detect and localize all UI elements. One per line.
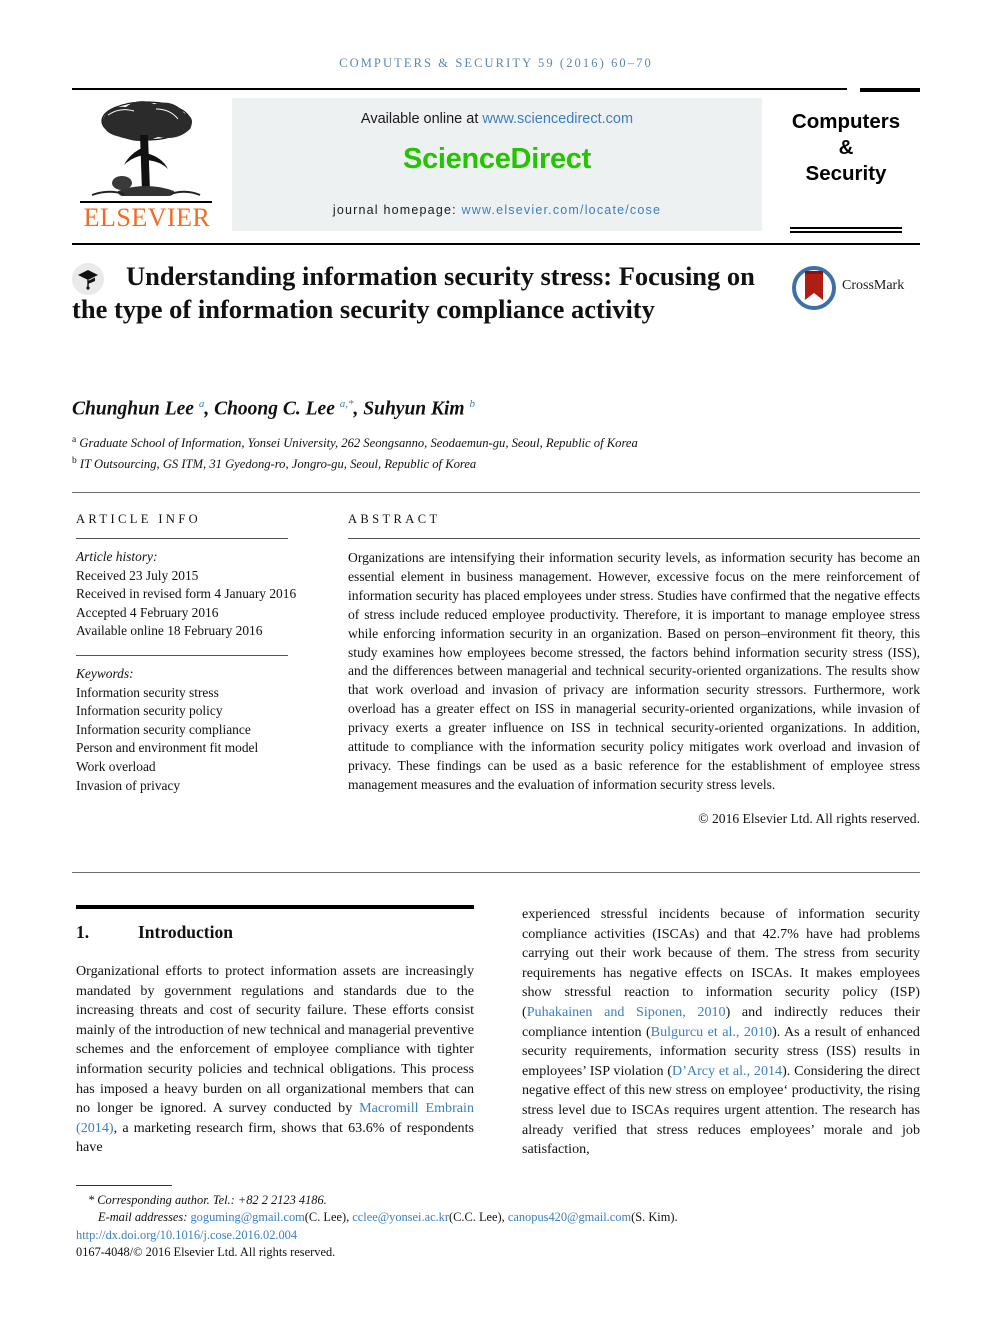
section-number: 1.: [76, 922, 90, 942]
affiliation-text-b: IT Outsourcing, GS ITM, 31 Gyedong-ro, J…: [79, 456, 477, 471]
affiliation-a: a Graduate School of Information, Yonsei…: [72, 432, 920, 453]
history-item: Accepted 4 February 2016: [76, 604, 219, 620]
article-info-heading: ARTICLE INFO: [76, 512, 202, 526]
keyword-item: Work overload: [76, 758, 156, 774]
journal-title-line-2: &: [838, 136, 854, 159]
email-owner-2: (C.C. Lee): [449, 1210, 502, 1225]
keyword-item: Invasion of privacy: [76, 777, 181, 793]
article-info-column: ARTICLE INFO Article history: Received 2…: [76, 512, 302, 795]
citation-link: Puhakainen and Siponen, 2010: [526, 1003, 726, 1020]
sciencedirect-url-link[interactable]: www.sciencedirect.com: [482, 111, 633, 127]
abstract-text: Organizations are intensifying their inf…: [348, 550, 920, 792]
corresponding-author-note: * Corresponding author. Tel.: +82 2 2123…: [88, 1193, 327, 1207]
elsevier-logo: ELSEVIER: [72, 95, 220, 241]
keyword-item: Information security compliance: [76, 721, 251, 737]
affiliation-marker-b: b: [72, 455, 77, 466]
running-head: COMPUTERS & SECURITY 59 (2016) 60–70: [339, 56, 653, 70]
email-link-author-3[interactable]: canopus420@gmail.com: [508, 1210, 631, 1224]
available-online-line: Available online at www.sciencedirect.co…: [361, 111, 633, 127]
email-addresses-label: E-mail addresses:: [98, 1210, 188, 1225]
journal-homepage-line: journal homepage: www.elsevier.com/locat…: [232, 203, 762, 217]
keywords-block: Keywords: Information security stress In…: [76, 665, 302, 795]
intro-paragraph-left: Organizational efforts to protect inform…: [76, 963, 474, 1156]
history-item: Received in revised form 4 January 2016: [76, 586, 297, 602]
keyword-item: Information security policy: [76, 703, 223, 719]
abstract-underline: [348, 538, 920, 539]
footnote-block: * Corresponding author. Tel.: +82 2 2123…: [76, 1192, 920, 1262]
section-heading-rule: [76, 905, 474, 909]
author-list: Chunghun Lee a, Choong C. Lee a,*, Suhyu…: [72, 398, 475, 420]
keywords-rule: [76, 654, 288, 656]
issn-copyright-line: 0167-4048/© 2016 Elsevier Ltd. All right…: [76, 1245, 336, 1260]
affiliation-b: b IT Outsourcing, GS ITM, 31 Gyedong-ro,…: [72, 453, 920, 474]
crossmark-icon: [792, 266, 836, 310]
section-title: Introduction: [138, 922, 233, 942]
intro-paragraph-right: experienced stressful incidents because …: [522, 906, 920, 1158]
page-title: Understanding information security stres…: [72, 261, 755, 324]
keyword-item: Information security stress: [76, 684, 219, 700]
journal-homepage-label: journal homepage:: [332, 203, 457, 217]
body-column-right: experienced stressful incidents because …: [522, 905, 920, 1160]
abstract-copyright: © 2016 Elsevier Ltd. All rights reserved…: [698, 810, 920, 826]
doi-link[interactable]: http://dx.doi.org/10.1016/j.cose.2016.02…: [76, 1228, 297, 1242]
abstract-heading: ABSTRACT: [348, 512, 441, 526]
doi-line: http://dx.doi.org/10.1016/j.cose.2016.02…: [76, 1227, 920, 1244]
crossmark-label: CrossMark: [842, 278, 905, 293]
journal-box-rule-bottom: [790, 227, 902, 233]
citation-link: Bulgurcu et al., 2010: [650, 1023, 773, 1040]
masthead: ELSEVIER Available online at www.science…: [72, 95, 920, 240]
affiliation-text-a: Graduate School of Information, Yonsei U…: [79, 436, 638, 451]
citation-link: D’Arcy et al., 2014: [672, 1062, 783, 1079]
email-link-author-1[interactable]: goguming@gmail.com: [190, 1210, 304, 1224]
journal-title-line-1: Computers: [791, 110, 901, 133]
available-online-label: Available online at: [360, 111, 479, 127]
crossmark-badge[interactable]: CrossMark: [792, 266, 920, 310]
section-heading: 1. Introduction: [76, 922, 474, 943]
masthead-rule-top: [72, 88, 847, 90]
keyword-item: Person and environment fit model: [76, 740, 259, 756]
abstract-section-rule-bottom: [72, 872, 920, 873]
email-link-author-2[interactable]: cclee@yonsei.ac.kr: [352, 1210, 449, 1224]
journal-title-box: Computers & Security: [772, 95, 920, 241]
affiliation-marker-a: a: [72, 435, 77, 445]
elsevier-tree-icon: [78, 95, 214, 207]
elsevier-wordmark: ELSEVIER: [83, 203, 211, 232]
email-owner-3: (S. Kim).: [631, 1210, 678, 1225]
abstract-column: ABSTRACT Organizations are intensifying …: [348, 512, 920, 827]
journal-box-rule-top: [860, 88, 920, 92]
article-history-block: Article history: Received 23 July 2015 R…: [76, 548, 302, 641]
journal-title: Computers & Security: [772, 109, 920, 187]
title-block: Understanding information security stres…: [72, 260, 920, 326]
abstract-section-rule-top: [72, 492, 920, 493]
sciencedirect-banner: Available online at www.sciencedirect.co…: [232, 98, 762, 231]
journal-homepage-link[interactable]: www.elsevier.com/locate/cose: [462, 203, 662, 217]
body-column-left: 1. Introduction Organizational efforts t…: [76, 905, 474, 1158]
email-addresses-line: E-mail addresses: goguming@gmail.com(C. …: [76, 1209, 920, 1226]
graduation-cap-icon: [72, 263, 104, 295]
keywords-label: Keywords:: [76, 665, 134, 681]
masthead-rule-bottom: [72, 243, 920, 245]
journal-title-line-3: Security: [805, 162, 887, 185]
history-item: Received 23 July 2015: [76, 567, 199, 583]
sciencedirect-logo: ScienceDirect: [403, 143, 591, 175]
footnote-rule: [76, 1185, 172, 1186]
affiliation-list: a Graduate School of Information, Yonsei…: [72, 432, 920, 473]
article-info-underline: [76, 538, 288, 539]
citation-link: Macromill Embrain (2014): [76, 1100, 474, 1136]
email-owner-1: (C. Lee): [304, 1210, 347, 1225]
history-item: Available online 18 February 2016: [76, 623, 263, 639]
paper-page: COMPUTERS & SECURITY 59 (2016) 60–70 ELS…: [0, 0, 992, 1323]
body-columns: 1. Introduction Organizational efforts t…: [76, 905, 920, 1160]
article-history-label: Article history:: [76, 549, 158, 564]
